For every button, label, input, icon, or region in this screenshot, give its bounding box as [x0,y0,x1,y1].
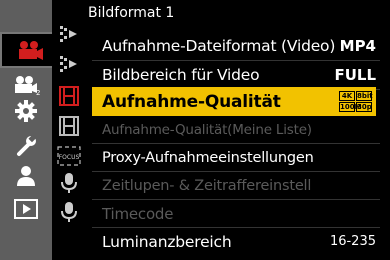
film-strip-outline-icon[interactable] [55,114,83,138]
gear-icon[interactable] [3,98,49,124]
page-title: Bildformat 1 [88,5,175,21]
badge-resolution: 4K [339,91,355,101]
video-camera-2-icon[interactable]: 2 [3,72,49,98]
menu-item-label: Aufnahme-Dateiformat (Video) [102,36,336,55]
menu-item-image-area[interactable]: Bildbereich für Video FULL [92,61,376,88]
playback-icon[interactable] [3,196,49,222]
film-strip-icon[interactable] [55,84,83,108]
menu-item-rec-quality-list: Aufnahme-Qualität(Meine Liste) [92,116,376,143]
menu-item-file-format[interactable]: Aufnahme-Dateiformat (Video) MP4 [92,32,376,59]
menu-item-label: Aufnahme-Qualität [102,91,281,112]
focus-icon-label: FOCUS [59,154,80,161]
microphone-2-icon[interactable] [55,200,83,224]
microphone-icon[interactable] [55,171,83,195]
menu-item-rec-quality[interactable]: Aufnahme-Qualität 4K 8bit 100M 30p [92,87,376,116]
menu-item-timecode: Timecode [92,200,376,227]
menu-item-label: Luminanzbereich [102,232,232,251]
menu-item-label: Proxy-Aufnahmeeinstellungen [102,149,314,166]
main-tab-bar: 2 [0,0,58,260]
menu-item-label: Timecode [102,204,174,223]
image-format-2-icon[interactable] [55,52,83,76]
menu-item-slow-quick: Zeitlupen- & Zeitraffereinstell [92,172,376,199]
person-icon[interactable] [3,163,49,189]
quality-badge: 4K 8bit 100M 30p [339,91,373,112]
camera-menu-screen: 2 FOCUS Bildformat 1 Aufnahme-Dateiforma… [0,0,390,260]
wrench-icon[interactable] [3,133,49,159]
menu-item-value: MP4 [339,36,376,55]
menu-item-proxy[interactable]: Proxy-Aufnahmeeinstellungen [92,144,376,171]
badge-framerate: 30p [356,102,372,112]
badge-bitdepth: 8bit [356,91,373,101]
menu-item-value: 16-235 [329,234,376,249]
sub-tab-bar: FOCUS [52,0,84,260]
badge-bitrate: 100M [339,102,362,112]
focus-icon[interactable]: FOCUS [55,144,83,168]
menu-item-luminance[interactable]: Luminanzbereich 16-235 [92,228,376,255]
menu-item-value: FULL [334,65,376,84]
svg-text:2: 2 [36,89,40,95]
menu-item-label: Bildbereich für Video [102,65,260,84]
image-format-icon[interactable] [55,22,83,46]
menu-item-label: Zeitlupen- & Zeitraffereinstell [102,177,312,194]
menu-item-label: Aufnahme-Qualität(Meine Liste) [102,121,312,138]
video-camera-icon[interactable] [0,32,58,68]
